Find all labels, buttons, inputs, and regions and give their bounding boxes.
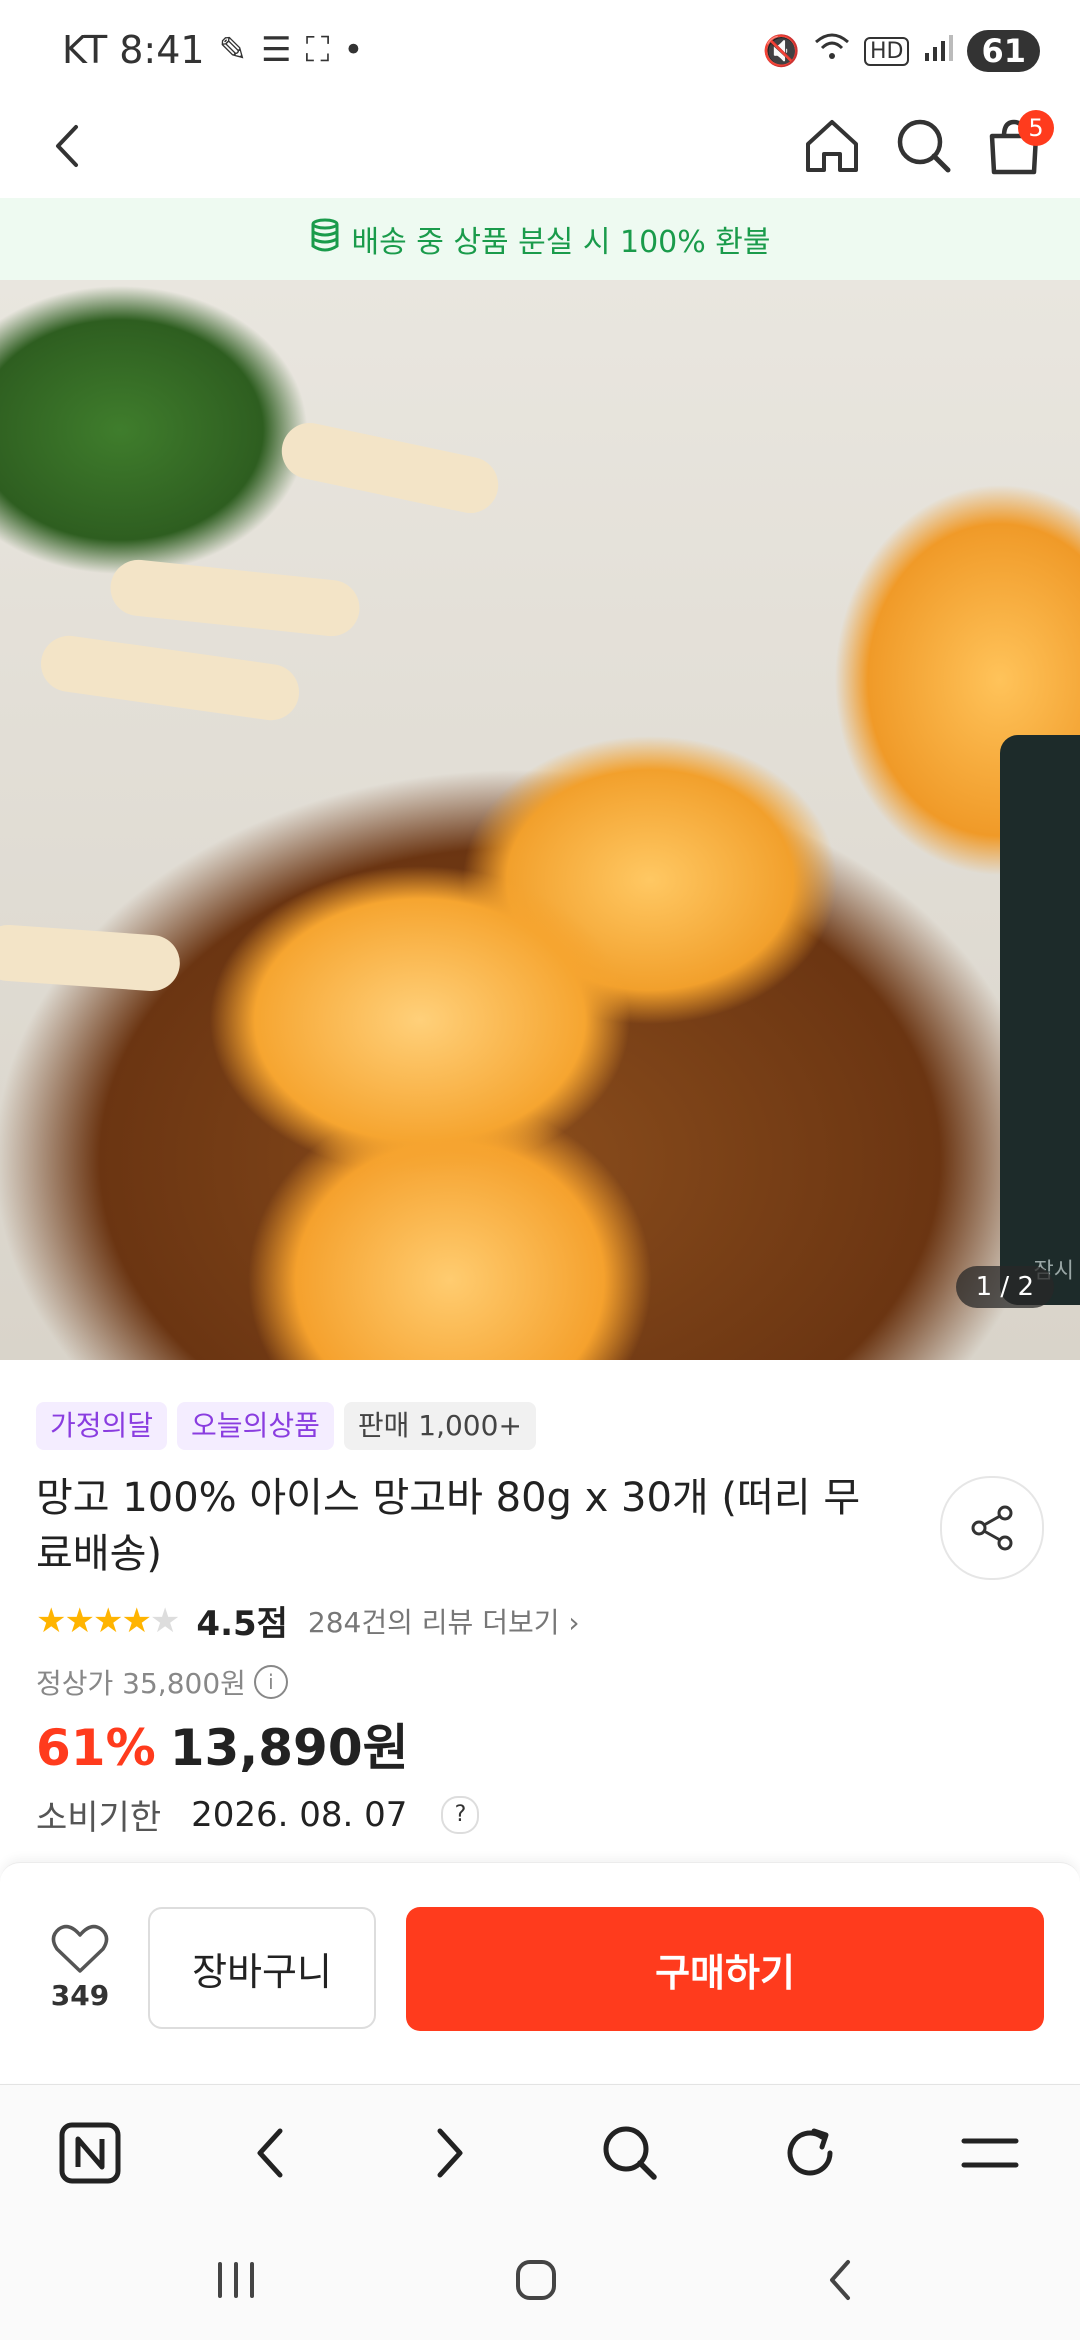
search-icon — [897, 119, 951, 173]
product-title: 망고 100% 아이스 망고바 80g x 30개 (떠리 무료배송) — [36, 1475, 861, 1577]
signal-icon — [923, 33, 954, 69]
star-rating-icon: ★★★★★ — [36, 1600, 180, 1641]
browser-menu-button[interactable] — [950, 2113, 1030, 2193]
menu-icon — [961, 2138, 1019, 2168]
wish-count: 349 — [50, 1979, 110, 2012]
next-image-peek[interactable]: 잠시 — [1000, 735, 1080, 1305]
carrier-time: KT 8:41 — [62, 28, 205, 72]
tag-sales-count: 판매 1,000+ — [343, 1402, 536, 1450]
list-icon: ☰ — [261, 30, 292, 70]
info-icon[interactable]: i — [253, 1665, 288, 1699]
search-icon — [603, 2126, 657, 2180]
hd-icon: HD — [863, 36, 910, 66]
cart-count-badge: 5 — [1018, 110, 1054, 146]
popsicle-stick — [107, 557, 363, 639]
popsicle-stick — [0, 923, 182, 993]
original-price: 정상가 35,800원 — [36, 1667, 246, 1700]
banner-text: 배송 중 상품 분실 시 100% 환불 — [351, 225, 771, 260]
discount-rate: 61% — [36, 1719, 156, 1777]
buy-now-button[interactable]: 구매하기 — [406, 1907, 1044, 2031]
expiry-row: 소비기한 2026. 08. 07 ? — [36, 1790, 480, 1839]
cart-button-top[interactable]: 5 — [974, 106, 1054, 186]
add-to-cart-button[interactable]: 장바구니 — [148, 1907, 376, 2029]
coin-stack-icon — [310, 218, 340, 260]
battery-icon: 61 — [967, 30, 1040, 72]
help-icon[interactable]: ? — [441, 1795, 480, 1834]
tag-todays-product: 오늘의상품 — [177, 1402, 334, 1450]
home-button[interactable] — [792, 106, 872, 186]
recent-apps-button[interactable] — [196, 2240, 276, 2320]
refund-banner: 배송 중 상품 분실 시 100% 환불 — [0, 198, 1080, 280]
refresh-icon — [787, 2128, 833, 2176]
chevron-right-icon — [437, 2128, 463, 2178]
recent-apps-icon — [218, 2262, 254, 2298]
naver-n-icon — [59, 2122, 121, 2184]
mute-icon: 🔇 — [762, 33, 800, 69]
rating-score: 4.5점 — [196, 1604, 288, 1644]
tag-family-month: 가정의달 — [36, 1402, 168, 1450]
chevron-right-icon: › — [568, 1605, 580, 1639]
pen-icon: ✎ — [218, 30, 248, 70]
home-icon — [806, 120, 858, 172]
share-icon — [971, 1505, 1013, 1551]
top-nav: 5 — [0, 96, 1080, 196]
home-square-icon — [516, 2260, 556, 2300]
popsicle-stick — [276, 417, 504, 519]
heart-icon — [51, 1924, 109, 1973]
original-price-row: 정상가 35,800원 i — [36, 1662, 288, 1702]
product-image[interactable]: 잠시 1 / 2 — [0, 280, 1080, 1360]
expiry-label: 소비기한 — [36, 1798, 162, 1838]
screenshot-icon: ⛶ — [305, 30, 330, 70]
browser-back-button[interactable] — [230, 2113, 310, 2193]
browser-search-button[interactable] — [590, 2113, 670, 2193]
browser-toolbar — [0, 2084, 1080, 2215]
system-home-button[interactable] — [496, 2240, 576, 2320]
browser-refresh-button[interactable] — [770, 2113, 850, 2193]
price-row: 61% 13,890원 — [36, 1708, 409, 1780]
back-arrow-icon — [830, 2260, 850, 2300]
popsicle-stick — [37, 632, 303, 724]
review-link-text: 284건의 리뷰 더보기 — [307, 1605, 560, 1639]
image-pager: 1 / 2 — [955, 1266, 1054, 1308]
search-button[interactable] — [884, 106, 964, 186]
rating-row: ★★★★★ 4.5점 284건의 리뷰 더보기 › — [36, 1596, 580, 1645]
dot-icon: • — [343, 30, 364, 70]
system-back-button[interactable] — [800, 2240, 880, 2320]
system-nav-bar — [0, 2214, 1080, 2340]
browser-forward-button[interactable] — [410, 2113, 490, 2193]
share-button[interactable] — [940, 1476, 1044, 1580]
expiry-date: 2026. 08. 07 — [191, 1794, 408, 1835]
status-bar: KT 8:41 ✎ ☰ ⛶ • 🔇 HD 61 — [0, 0, 1080, 96]
wifi-icon — [814, 32, 850, 70]
tag-list: 가정의달 오늘의상품 판매 1,000+ — [36, 1402, 536, 1450]
review-link[interactable]: 284건의 리뷰 더보기 › — [308, 1601, 580, 1641]
purchase-bar: 349 장바구니 구매하기 — [0, 1862, 1080, 2083]
sale-price: 13,890원 — [169, 1719, 409, 1777]
wishlist-button[interactable]: 349 — [40, 1923, 120, 2012]
back-button[interactable] — [28, 106, 108, 186]
naver-home-button[interactable] — [50, 2113, 130, 2193]
chevron-left-icon — [257, 2128, 283, 2178]
